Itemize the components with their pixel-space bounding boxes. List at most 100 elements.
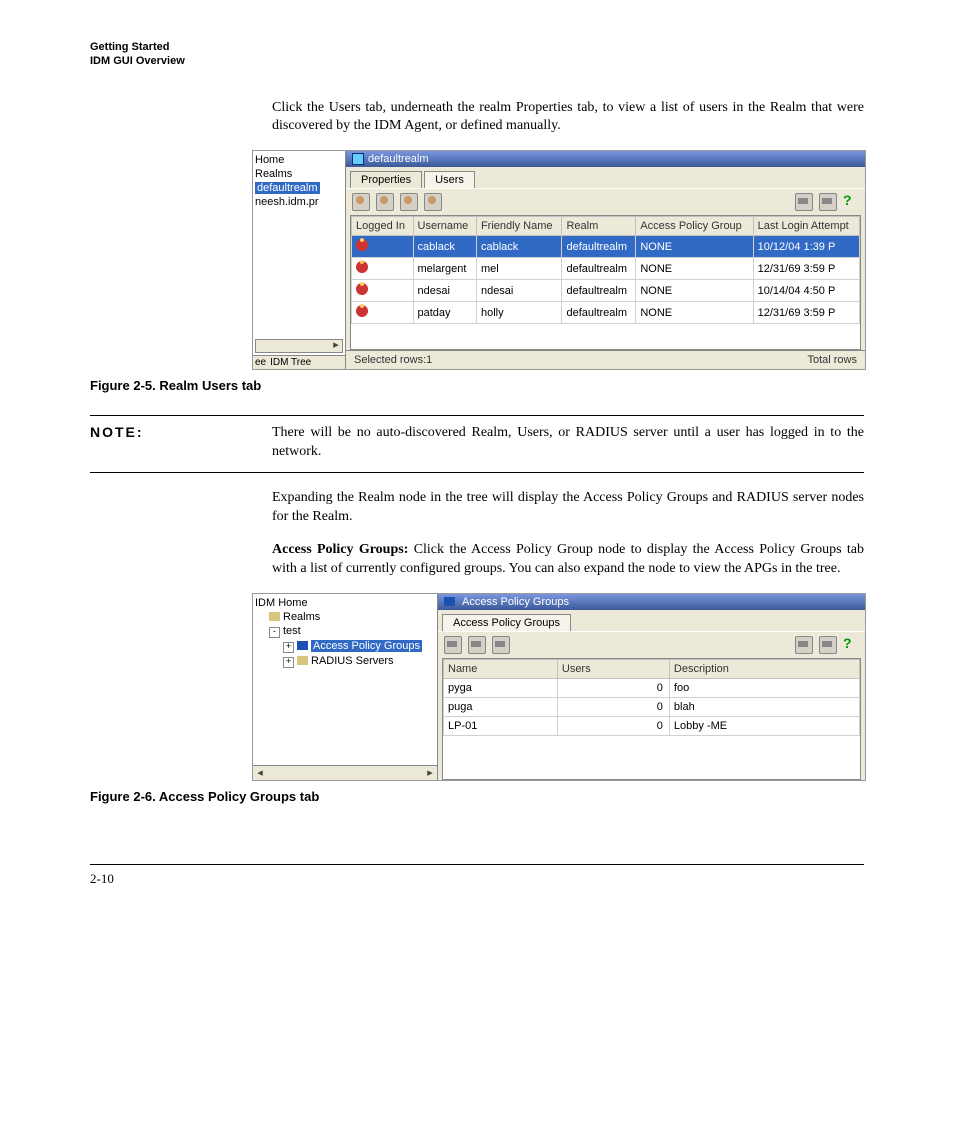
table-row[interactable]: melargentmeldefaultrealmNONE12/31/69 3:5… [352, 258, 860, 280]
users-col-0[interactable]: Logged In [352, 217, 414, 236]
apg-delete-icon[interactable] [492, 636, 510, 654]
tree-home[interactable]: Home [255, 153, 345, 167]
users-grid[interactable]: Logged InUsernameFriendly NameRealmAcces… [350, 215, 861, 350]
refresh-icon[interactable] [424, 193, 442, 211]
apg-print-icon[interactable] [795, 636, 813, 654]
users-col-5[interactable]: Last Login Attempt [753, 217, 859, 236]
cell-last: 12/31/69 3:59 P [753, 302, 859, 324]
apg-edit-icon[interactable] [468, 636, 486, 654]
cell-username: cablack [413, 236, 476, 258]
tree-realm-selected[interactable]: defaultrealm [255, 181, 345, 195]
table-row[interactable]: LP-010Lobby -ME [444, 716, 860, 735]
apg-title: Access Policy Groups [462, 596, 569, 608]
apg-col-2[interactable]: Description [669, 659, 859, 678]
print-icon[interactable] [795, 193, 813, 211]
apg-main-pane: Access Policy Groups Access Policy Group… [438, 594, 865, 780]
cell-name: LP-01 [444, 716, 558, 735]
tree-realms[interactable]: Realms [255, 167, 345, 181]
users-col-4[interactable]: Access Policy Group [636, 217, 753, 236]
tree-bottom-tabs[interactable]: ee IDM Tree [253, 355, 345, 369]
tab-apg[interactable]: Access Policy Groups [442, 614, 571, 631]
apg-col-1[interactable]: Users [557, 659, 669, 678]
cell-friendly: holly [476, 302, 562, 324]
users-col-3[interactable]: Realm [562, 217, 636, 236]
cell-users: 0 [557, 697, 669, 716]
cell-apg: NONE [636, 236, 753, 258]
idm-tree-pane[interactable]: Home Realms defaultrealm neesh.idm.pr ▸ … [253, 151, 346, 369]
tab-users[interactable]: Users [424, 171, 475, 188]
cell-realm: defaultrealm [562, 302, 636, 324]
apg-toolbar: ? [438, 631, 865, 658]
apg-export-icon[interactable] [819, 636, 837, 654]
tree-scrollbar[interactable]: ▸ [255, 339, 343, 353]
note-block: NOTE: There will be no auto-discovered R… [90, 415, 864, 473]
cell-users: 0 [557, 678, 669, 697]
cell-friendly: cablack [476, 236, 562, 258]
realm-main-pane: defaultrealm Properties Users ? Logged I… [346, 151, 865, 369]
cell-last: 10/12/04 1:39 P [753, 236, 859, 258]
users-col-2[interactable]: Friendly Name [476, 217, 562, 236]
users-toolbar: ? [346, 188, 865, 215]
table-row[interactable]: pyga0foo [444, 678, 860, 697]
tree2-scrollbar[interactable]: ◂▸ [253, 765, 437, 780]
tab-properties[interactable]: Properties [350, 171, 422, 188]
status-total: Total rows [807, 354, 857, 366]
realm-title: defaultrealm [368, 153, 429, 165]
apg-tree-pane[interactable]: IDM Home Realms -test +Access Policy Gro… [253, 594, 438, 780]
cell-apg: NONE [636, 280, 753, 302]
export-icon[interactable] [819, 193, 837, 211]
apg-col-0[interactable]: Name [444, 659, 558, 678]
tree-server[interactable]: neesh.idm.pr [255, 195, 345, 209]
add-user-icon[interactable] [352, 193, 370, 211]
user-status-icon [356, 261, 368, 273]
user-status-icon [356, 305, 368, 317]
apg-help-icon[interactable]: ? [843, 636, 859, 652]
tree-tab-idm[interactable]: IDM Tree [270, 357, 311, 368]
paragraph-expand: Expanding the Realm node in the tree wil… [272, 489, 864, 527]
figure-2-5-screenshot: Home Realms defaultrealm neesh.idm.pr ▸ … [252, 150, 866, 370]
tree2-home[interactable]: IDM Home [255, 596, 435, 610]
cell-realm: defaultrealm [562, 236, 636, 258]
apg-tabs: Access Policy Groups [438, 610, 865, 631]
realm-titlebar: defaultrealm [346, 151, 865, 167]
figure-2-6-screenshot: IDM Home Realms -test +Access Policy Gro… [252, 593, 866, 781]
cell-username: melargent [413, 258, 476, 280]
apg-titlebar: Access Policy Groups [438, 594, 865, 610]
apg-add-icon[interactable] [444, 636, 462, 654]
tree2-radius[interactable]: +RADIUS Servers [255, 654, 435, 669]
cell-apg: NONE [636, 258, 753, 280]
table-row[interactable]: puga0blah [444, 697, 860, 716]
cell-desc: foo [669, 678, 859, 697]
table-row[interactable]: ndesaindesaidefaultrealmNONE10/14/04 4:5… [352, 280, 860, 302]
footer-rule [90, 864, 864, 865]
users-statusbar: Selected rows:1 Total rows [346, 350, 865, 369]
user-status-icon [356, 283, 368, 295]
page-number: 2-10 [90, 871, 864, 887]
tree2-apg[interactable]: +Access Policy Groups [255, 639, 435, 654]
cell-desc: blah [669, 697, 859, 716]
cell-friendly: ndesai [476, 280, 562, 302]
cell-username: ndesai [413, 280, 476, 302]
apg-grid[interactable]: NameUsersDescription pyga0foopuga0blahLP… [442, 658, 861, 780]
apg-lead: Access Policy Groups: [272, 542, 408, 557]
table-row[interactable]: patdayhollydefaultrealmNONE12/31/69 3:59… [352, 302, 860, 324]
edit-user-icon[interactable] [376, 193, 394, 211]
delete-user-icon[interactable] [400, 193, 418, 211]
note-label: NOTE: [90, 424, 272, 440]
cell-friendly: mel [476, 258, 562, 280]
header-line2: IDM GUI Overview [90, 54, 864, 68]
cell-name: puga [444, 697, 558, 716]
help-icon[interactable]: ? [843, 193, 859, 209]
tree2-realms[interactable]: Realms [255, 610, 435, 624]
paragraph-apg: Access Policy Groups: Click the Access P… [272, 541, 864, 579]
apg-title-icon [444, 597, 455, 606]
realm-tabs: Properties Users [346, 167, 865, 188]
cell-name: pyga [444, 678, 558, 697]
tree-tab-ee[interactable]: ee [255, 357, 266, 368]
figure-2-6-caption: Figure 2-6. Access Policy Groups tab [90, 789, 864, 804]
figure-2-5-caption: Figure 2-5. Realm Users tab [90, 378, 864, 393]
tree2-test[interactable]: -test [255, 624, 435, 639]
users-col-1[interactable]: Username [413, 217, 476, 236]
table-row[interactable]: cablackcablackdefaultrealmNONE10/12/04 1… [352, 236, 860, 258]
cell-realm: defaultrealm [562, 280, 636, 302]
